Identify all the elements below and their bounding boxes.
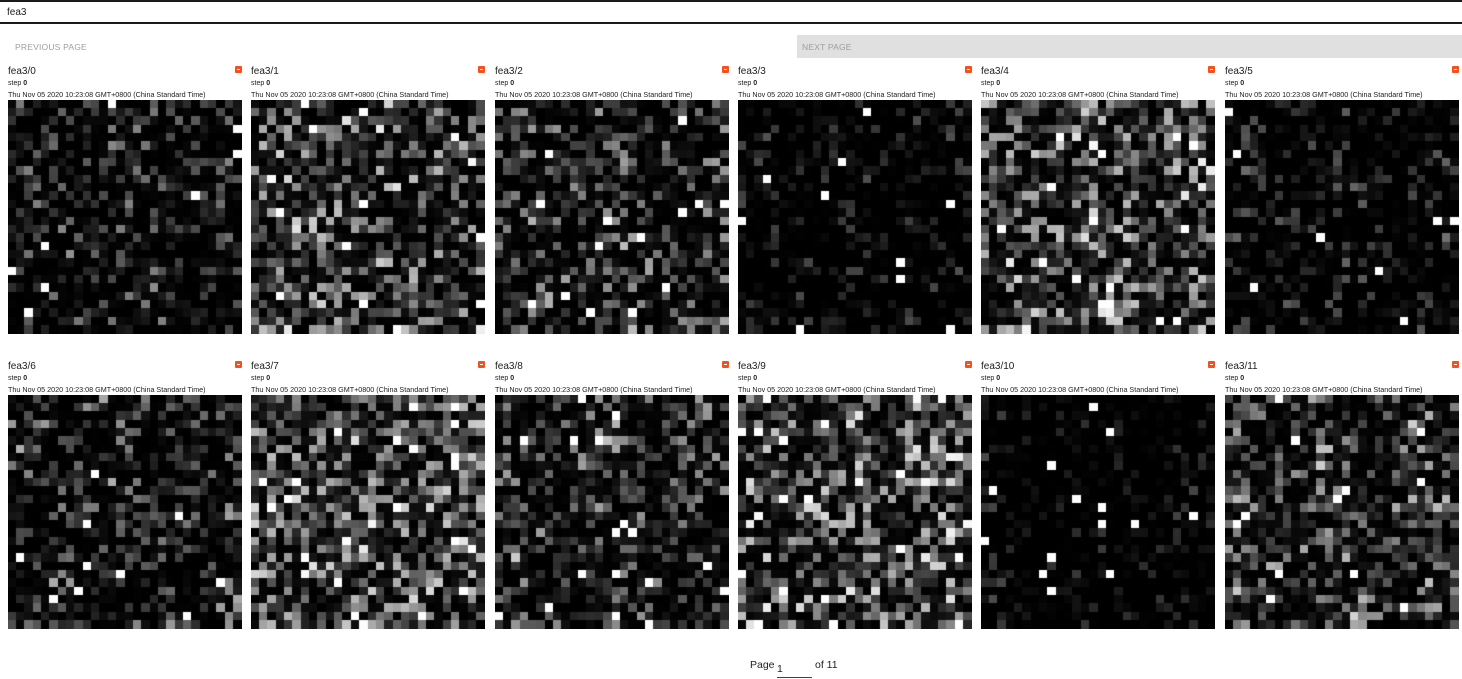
card-timestamp: Thu Nov 05 2020 10:23:08 GMT+0800 (China…: [8, 90, 206, 99]
card-step: step 0: [8, 375, 28, 382]
card-title: fea3/6: [8, 361, 36, 372]
pagination-bar: PREVIOUS PAGE NEXT PAGE: [0, 35, 1462, 58]
card-title: fea3/2: [495, 66, 523, 77]
feature-map-image[interactable]: [738, 395, 972, 629]
image-card: fea3/5 step 0 Thu Nov 05 2020 10:23:08 G…: [1225, 66, 1459, 338]
card-timestamp: Thu Nov 05 2020 10:23:08 GMT+0800 (China…: [738, 385, 936, 394]
pin-icon[interactable]: [965, 361, 972, 368]
feature-map-image[interactable]: [981, 395, 1215, 629]
tag-title: fea3: [7, 7, 27, 18]
card-title: fea3/4: [981, 66, 1009, 77]
card-title: fea3/0: [8, 66, 36, 77]
feature-map-image[interactable]: [251, 395, 485, 629]
card-timestamp: Thu Nov 05 2020 10:23:08 GMT+0800 (China…: [8, 385, 206, 394]
card-title: fea3/8: [495, 361, 523, 372]
card-timestamp: Thu Nov 05 2020 10:23:08 GMT+0800 (China…: [981, 90, 1179, 99]
card-timestamp: Thu Nov 05 2020 10:23:08 GMT+0800 (China…: [495, 385, 693, 394]
feature-map-image[interactable]: [495, 395, 729, 629]
pin-icon[interactable]: [235, 361, 242, 368]
card-timestamp: Thu Nov 05 2020 10:23:08 GMT+0800 (China…: [251, 90, 449, 99]
card-title: fea3/10: [981, 361, 1015, 372]
card-step: step 0: [981, 375, 1001, 382]
pin-icon[interactable]: [722, 361, 729, 368]
card-timestamp: Thu Nov 05 2020 10:23:08 GMT+0800 (China…: [251, 385, 449, 394]
feature-map-image[interactable]: [8, 100, 242, 334]
card-timestamp: Thu Nov 05 2020 10:23:08 GMT+0800 (China…: [1225, 385, 1423, 394]
pin-icon[interactable]: [478, 361, 485, 368]
image-card: fea3/2 step 0 Thu Nov 05 2020 10:23:08 G…: [495, 66, 729, 338]
previous-page-button[interactable]: PREVIOUS PAGE: [0, 35, 140, 58]
card-timestamp: Thu Nov 05 2020 10:23:08 GMT+0800 (China…: [1225, 90, 1423, 99]
image-card: fea3/10 step 0 Thu Nov 05 2020 10:23:08 …: [981, 361, 1215, 633]
card-step: step 0: [495, 375, 515, 382]
card-step: step 0: [251, 80, 271, 87]
page-number-input[interactable]: [777, 660, 812, 678]
pin-icon[interactable]: [722, 66, 729, 73]
image-card: fea3/3 step 0 Thu Nov 05 2020 10:23:08 G…: [738, 66, 972, 338]
pin-icon[interactable]: [1208, 361, 1215, 368]
card-title: fea3/5: [1225, 66, 1253, 77]
image-card: fea3/6 step 0 Thu Nov 05 2020 10:23:08 G…: [8, 361, 242, 633]
card-timestamp: Thu Nov 05 2020 10:23:08 GMT+0800 (China…: [495, 90, 693, 99]
page-total: of 11: [815, 659, 838, 671]
card-step: step 0: [495, 80, 515, 87]
card-step: step 0: [1225, 375, 1245, 382]
feature-map-image[interactable]: [738, 100, 972, 334]
feature-map-image[interactable]: [495, 100, 729, 334]
card-title: fea3/9: [738, 361, 766, 372]
card-step: step 0: [738, 80, 758, 87]
image-card: fea3/4 step 0 Thu Nov 05 2020 10:23:08 G…: [981, 66, 1215, 338]
image-card: fea3/1 step 0 Thu Nov 05 2020 10:23:08 G…: [251, 66, 485, 338]
next-page-button[interactable]: NEXT PAGE: [797, 35, 1462, 58]
feature-map-image[interactable]: [1225, 395, 1459, 629]
card-title: fea3/3: [738, 66, 766, 77]
card-step: step 0: [251, 375, 271, 382]
pin-icon[interactable]: [965, 66, 972, 73]
card-title: fea3/1: [251, 66, 279, 77]
feature-map-image[interactable]: [8, 395, 242, 629]
card-step: step 0: [981, 80, 1001, 87]
feature-map-image[interactable]: [981, 100, 1215, 334]
card-step: step 0: [1225, 80, 1245, 87]
run-header: fea3: [0, 2, 1462, 24]
feature-map-image[interactable]: [1225, 100, 1459, 334]
image-card: fea3/11 step 0 Thu Nov 05 2020 10:23:08 …: [1225, 361, 1459, 633]
pin-icon[interactable]: [1452, 361, 1459, 368]
card-title: fea3/7: [251, 361, 279, 372]
card-title: fea3/11: [1225, 361, 1258, 372]
page-label: Page: [750, 659, 775, 671]
image-card: fea3/9 step 0 Thu Nov 05 2020 10:23:08 G…: [738, 361, 972, 633]
image-card: fea3/0 step 0 Thu Nov 05 2020 10:23:08 G…: [8, 66, 242, 338]
pin-icon[interactable]: [478, 66, 485, 73]
pin-icon[interactable]: [1208, 66, 1215, 73]
image-card: fea3/7 step 0 Thu Nov 05 2020 10:23:08 G…: [251, 361, 485, 633]
pin-icon[interactable]: [1452, 66, 1459, 73]
card-timestamp: Thu Nov 05 2020 10:23:08 GMT+0800 (China…: [738, 90, 936, 99]
pin-icon[interactable]: [235, 66, 242, 73]
feature-map-image[interactable]: [251, 100, 485, 334]
card-step: step 0: [738, 375, 758, 382]
card-step: step 0: [8, 80, 28, 87]
card-timestamp: Thu Nov 05 2020 10:23:08 GMT+0800 (China…: [981, 385, 1179, 394]
image-card: fea3/8 step 0 Thu Nov 05 2020 10:23:08 G…: [495, 361, 729, 633]
